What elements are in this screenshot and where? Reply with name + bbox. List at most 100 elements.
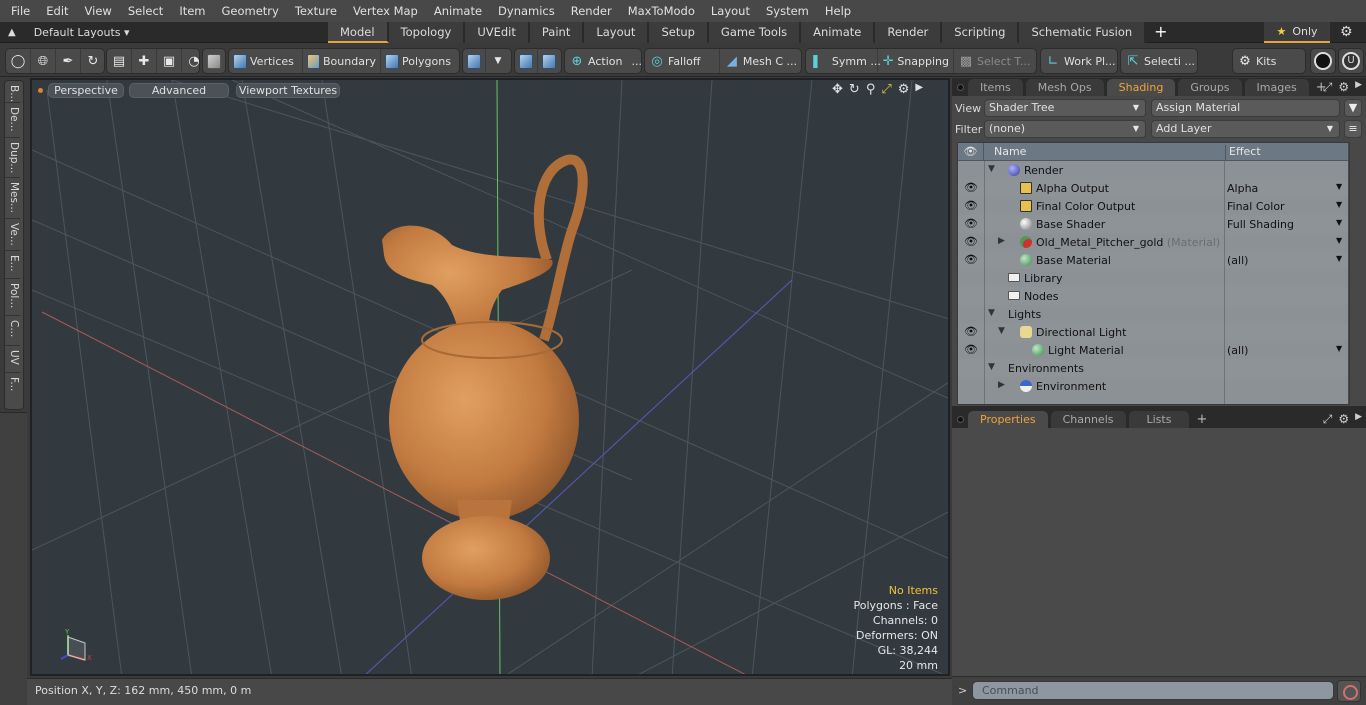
tree-row-light-material[interactable]: 👁︎ Light Material (all) ▼ <box>958 341 1348 359</box>
menu-layout[interactable]: Layout <box>703 0 758 22</box>
menu-view[interactable]: View <box>77 0 120 22</box>
tab-mesh-ops[interactable]: Mesh Ops <box>1025 79 1104 96</box>
expand-icon[interactable]: ▶ <box>998 380 1005 390</box>
move-view-icon[interactable]: ✥ <box>832 82 843 97</box>
tab-game-tools[interactable]: Game Tools <box>708 22 802 43</box>
effect-dropdown-icon[interactable]: ▼ <box>1336 236 1342 245</box>
eye-icon[interactable]: 👁︎ <box>964 217 978 230</box>
select-through-button[interactable]: ▩ Select T... <box>954 49 1034 73</box>
record-macro-button[interactable] <box>1337 680 1361 702</box>
kits-button[interactable]: ⚙ Kits <box>1233 49 1280 73</box>
polygons-button[interactable]: Polygons <box>381 49 457 73</box>
vertices-button[interactable]: Vertices <box>229 49 303 73</box>
menu-item[interactable]: Item <box>171 0 213 22</box>
unreal-button[interactable]: U <box>1338 48 1364 74</box>
tab-scripting[interactable]: Scripting <box>942 22 1020 43</box>
collapse-icon[interactable]: ▼ <box>988 362 995 372</box>
left-tab-4[interactable]: Mes... <box>5 178 20 219</box>
viewport-expand-icon[interactable]: ▶ <box>915 82 923 97</box>
tree-row-nodes[interactable]: Nodes <box>958 287 1348 305</box>
menu-geometry[interactable]: Geometry <box>214 0 287 22</box>
viewport-menu-dot[interactable] <box>38 88 43 93</box>
menu-select[interactable]: Select <box>120 0 171 22</box>
perspective-button[interactable]: Perspective <box>48 83 124 98</box>
maximize-view-icon[interactable]: ⤢ <box>881 82 891 97</box>
tab-images[interactable]: Images <box>1244 79 1309 96</box>
snapping-button[interactable]: ✛ Snapping <box>878 49 954 73</box>
tree-row-directional-light[interactable]: 👁︎ ▼ Directional Light <box>958 323 1348 341</box>
effect-dropdown-icon[interactable]: ▼ <box>1336 344 1342 353</box>
left-tab-9[interactable]: UV <box>5 346 20 373</box>
3d-viewport[interactable]: Perspective Advanced Viewport Textures ✥… <box>30 78 950 676</box>
visibility-header-icon[interactable]: 👁︎ <box>958 143 984 161</box>
globe-icon[interactable]: 🌐︎ <box>31 49 56 73</box>
layouts-dropdown[interactable]: ▲ Default Layouts ▾ <box>8 22 130 43</box>
tree-row-environments[interactable]: ▼ Environments <box>958 359 1348 377</box>
left-tab-3[interactable]: Dup... <box>5 138 20 178</box>
effect-dropdown-icon[interactable]: ▼ <box>1336 182 1342 191</box>
tab-topology[interactable]: Topology <box>388 22 466 43</box>
assign-material-button[interactable]: Assign Material <box>1151 99 1340 117</box>
tab-lists[interactable]: Lists <box>1128 411 1190 428</box>
command-input[interactable]: Command <box>972 681 1334 700</box>
menu-system[interactable]: System <box>758 0 817 22</box>
left-tab-8[interactable]: C... <box>5 316 20 346</box>
eye-icon[interactable]: 👁︎ <box>964 235 978 248</box>
transform-local-icon[interactable] <box>538 49 560 73</box>
tab-groups[interactable]: Groups <box>1178 79 1242 96</box>
selection-sets-button[interactable]: ⇱ Selecti ... <box>1121 49 1199 73</box>
effect-dropdown-icon[interactable]: ▼ <box>1336 254 1342 263</box>
tab-schematic-fusion[interactable]: Schematic Fusion <box>1019 22 1147 43</box>
tree-scrollbar[interactable] <box>1348 143 1349 404</box>
left-tab-7[interactable]: Pol... <box>5 279 20 316</box>
material-mode-button[interactable] <box>463 49 486 73</box>
tab-paint[interactable]: Paint <box>529 22 585 43</box>
menu-dynamics[interactable]: Dynamics <box>490 0 563 22</box>
panel-menu-dot[interactable] <box>957 416 964 423</box>
eye-icon[interactable]: 👁︎ <box>964 181 978 194</box>
effect-dropdown-icon[interactable]: ▼ <box>1336 218 1342 227</box>
tab-shading[interactable]: Shading <box>1106 79 1176 96</box>
add-panel-tab-button[interactable]: + <box>1192 412 1211 428</box>
viewport-settings-icon[interactable]: ⚙ <box>898 82 910 97</box>
tree-row-lights[interactable]: ▼ Lights <box>958 305 1348 323</box>
left-tab-2[interactable]: De... <box>5 103 20 138</box>
tab-model[interactable]: Model <box>328 22 389 43</box>
boundary-button[interactable]: Boundary <box>303 49 381 73</box>
zoom-view-icon[interactable]: ⚲ <box>866 82 876 97</box>
gear-icon[interactable]: ⚙ <box>1340 24 1353 40</box>
tree-row-base-material[interactable]: 👁︎ Base Material (all) ▼ <box>958 251 1348 269</box>
item-mode-button[interactable] <box>203 49 225 73</box>
eye-icon[interactable]: 👁︎ <box>964 253 978 266</box>
falloff-button[interactable]: ◎ Falloff <box>645 49 720 73</box>
collapse-icon[interactable]: ▼ <box>988 308 995 318</box>
filter-icon[interactable]: ▼ <box>1344 99 1362 117</box>
layout-up-icon[interactable]: ▲ <box>8 27 16 38</box>
effect-column-header[interactable]: Effect <box>1225 145 1261 161</box>
path-icon[interactable]: ↻ <box>81 49 105 73</box>
view-dropdown[interactable]: Shader Tree ▼ <box>984 99 1146 117</box>
viewport-textures-button[interactable]: Viewport Textures <box>236 83 340 98</box>
tree-row-library[interactable]: Library <box>958 269 1348 287</box>
collapse-icon[interactable]: ▼ <box>998 326 1005 336</box>
tab-animate[interactable]: Animate <box>801 22 876 43</box>
tree-row-pitcher-material[interactable]: 👁︎ ▶ Old_Metal_Pitcher_gold (Material) ▼ <box>958 233 1348 251</box>
tree-row-render[interactable]: ▼ Render <box>958 161 1348 179</box>
transform-world-icon[interactable] <box>515 49 538 73</box>
effect-dropdown-icon[interactable]: ▼ <box>1336 200 1342 209</box>
tab-properties[interactable]: Properties <box>968 411 1048 428</box>
pitcher-model[interactable] <box>382 154 588 600</box>
menu-vertex-map[interactable]: Vertex Map <box>345 0 426 22</box>
eye-icon[interactable]: 👁︎ <box>964 199 978 212</box>
pen-icon[interactable]: ✒ <box>56 49 81 73</box>
tree-row-base-shader[interactable]: 👁︎ Base Shader Full Shading ▼ <box>958 215 1348 233</box>
menu-edit[interactable]: Edit <box>38 0 76 22</box>
add-tab-button[interactable]: + <box>1146 22 1175 43</box>
tab-setup[interactable]: Setup <box>649 22 709 43</box>
material-mode-dropdown[interactable]: ▼ <box>486 49 510 73</box>
tab-layout[interactable]: Layout <box>584 22 650 43</box>
tab-render[interactable]: Render <box>875 22 943 43</box>
eye-icon[interactable]: 👁︎ <box>964 343 978 356</box>
tree-row-environment[interactable]: ▶ Environment <box>958 377 1348 395</box>
action-button[interactable]: ⊕ Action... <box>565 49 646 73</box>
